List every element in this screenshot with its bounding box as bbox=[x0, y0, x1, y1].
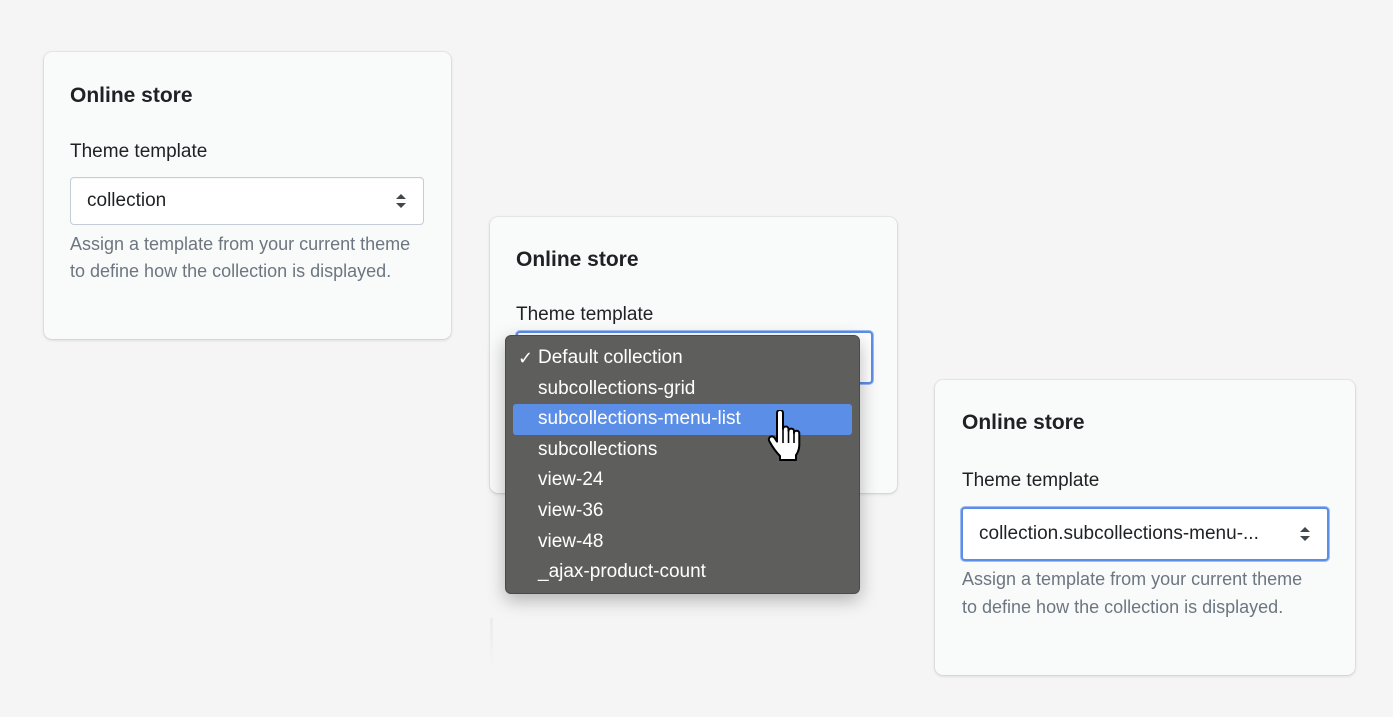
online-store-card-1: Online store Theme template collection A… bbox=[44, 52, 451, 339]
theme-template-label: Theme template bbox=[516, 304, 654, 325]
option-label: _ajax-product-count bbox=[538, 561, 706, 583]
hand-pointer-icon bbox=[767, 410, 801, 461]
option-label: subcollections bbox=[538, 438, 658, 460]
card-title: Online store bbox=[962, 411, 1085, 434]
select-value: collection.subcollections-menu-... bbox=[979, 523, 1259, 544]
online-store-card-3: Online store Theme template collection.s… bbox=[935, 380, 1355, 675]
select-value: collection bbox=[87, 190, 167, 211]
dropdown-option-default-collection[interactable]: ✓ Default collection bbox=[513, 343, 852, 374]
dropdown-option-view-24[interactable]: view-24 bbox=[513, 465, 852, 496]
theme-template-dropdown-menu: ✓ Default collection subcollections-grid… bbox=[505, 335, 860, 594]
select-arrows-icon bbox=[1300, 527, 1310, 541]
divider bbox=[490, 618, 493, 670]
card-title: Online store bbox=[516, 248, 639, 271]
theme-template-label: Theme template bbox=[962, 470, 1100, 491]
theme-template-label: Theme template bbox=[70, 141, 208, 162]
checkmark-icon: ✓ bbox=[518, 348, 534, 368]
option-label: view-24 bbox=[538, 469, 604, 491]
option-label: subcollections-grid bbox=[538, 377, 696, 399]
theme-template-select[interactable]: collection bbox=[70, 177, 424, 225]
dropdown-option-subcollections-grid[interactable]: subcollections-grid bbox=[513, 374, 852, 405]
theme-template-select[interactable]: collection.subcollections-menu-... bbox=[961, 507, 1329, 561]
option-label: view-48 bbox=[538, 530, 604, 552]
dropdown-option-view-36[interactable]: view-36 bbox=[513, 496, 852, 527]
help-text: Assign a template from your current them… bbox=[70, 234, 411, 281]
card-title: Online store bbox=[70, 84, 193, 107]
option-label: Default collection bbox=[538, 347, 683, 368]
dropdown-option-ajax-product-count[interactable]: _ajax-product-count bbox=[513, 557, 852, 588]
select-arrows-icon bbox=[396, 194, 406, 208]
option-label: subcollections-menu-list bbox=[538, 408, 741, 430]
dropdown-option-view-48[interactable]: view-48 bbox=[513, 527, 852, 558]
option-label: view-36 bbox=[538, 499, 604, 521]
help-text: Assign a template from your current them… bbox=[962, 569, 1303, 617]
